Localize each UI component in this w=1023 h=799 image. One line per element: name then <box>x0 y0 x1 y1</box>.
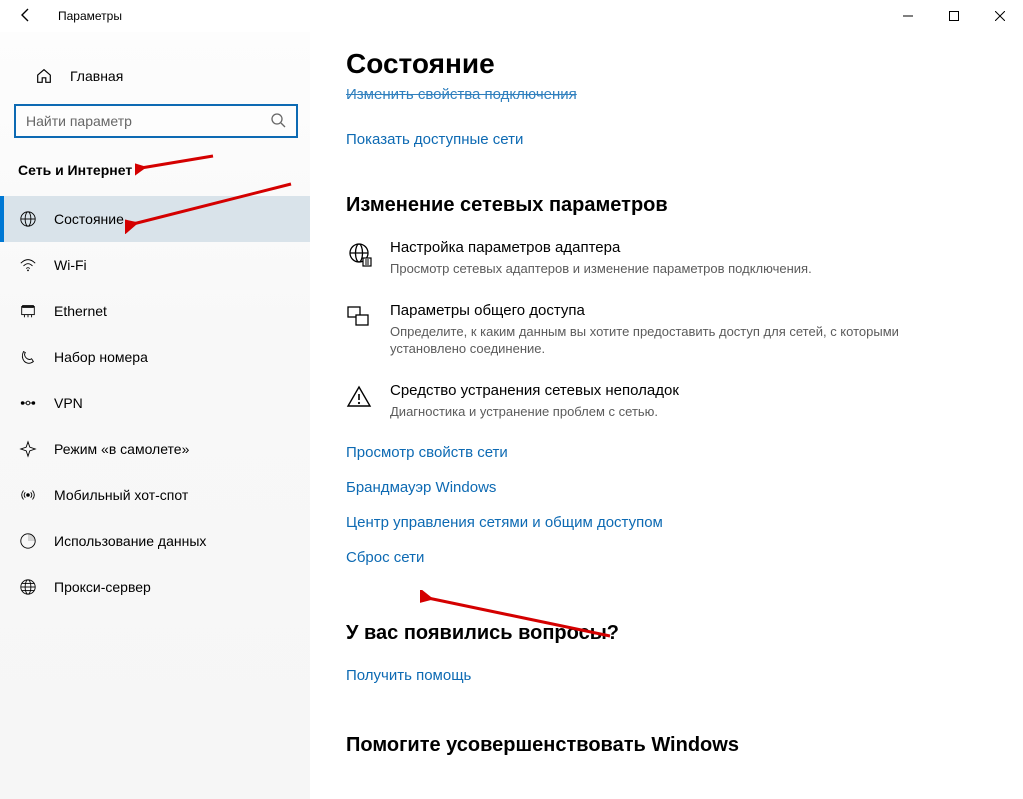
show-available-networks-link[interactable]: Показать доступные сети <box>346 131 523 148</box>
change-connection-properties-link[interactable]: Изменить свойства подключения <box>346 86 577 103</box>
hotspot-icon <box>18 486 38 504</box>
minimize-button[interactable] <box>885 0 931 32</box>
network-links: Просмотр свойств сети Брандмауэр Windows… <box>346 444 993 566</box>
dialup-icon <box>18 348 38 366</box>
sidebar-item-label: Ethernet <box>54 303 107 319</box>
sidebar-item-label: Мобильный хот-спот <box>54 487 188 503</box>
sidebar-home[interactable]: Главная <box>0 56 310 96</box>
troubleshoot-option[interactable]: Средство устранения сетевых неполадок Ди… <box>346 382 906 421</box>
view-network-properties-link[interactable]: Просмотр свойств сети <box>346 444 993 461</box>
option-title: Средство устранения сетевых неполадок <box>390 382 679 399</box>
home-icon <box>34 67 54 85</box>
close-button[interactable] <box>977 0 1023 32</box>
data-usage-icon <box>18 532 38 550</box>
sidebar-item-datausage[interactable]: Использование данных <box>0 518 310 564</box>
search-input[interactable] <box>26 113 270 129</box>
globe-icon <box>18 210 38 228</box>
option-title: Параметры общего доступа <box>390 302 906 319</box>
option-desc: Просмотр сетевых адаптеров и изменение п… <box>390 260 812 278</box>
search-icon <box>270 112 286 131</box>
sidebar-item-label: Wi-Fi <box>54 257 87 273</box>
get-help-link[interactable]: Получить помощь <box>346 667 471 684</box>
sidebar-item-proxy[interactable]: Прокси-сервер <box>0 564 310 610</box>
sidebar: Главная Сеть и Интернет Состояние Wi-Fi <box>0 32 310 799</box>
airplane-icon <box>18 440 38 458</box>
titlebar: Параметры <box>0 0 1023 32</box>
ethernet-icon <box>18 302 38 320</box>
improve-heading: Помогите усовершенствовать Windows <box>346 734 993 757</box>
sidebar-section-label: Сеть и Интернет <box>0 152 310 196</box>
sidebar-item-dialup[interactable]: Набор номера <box>0 334 310 380</box>
sidebar-item-ethernet[interactable]: Ethernet <box>0 288 310 334</box>
sidebar-item-label: Использование данных <box>54 533 206 549</box>
wifi-icon <box>18 256 38 274</box>
sidebar-home-label: Главная <box>70 68 123 84</box>
sharing-settings-option[interactable]: Параметры общего доступа Определите, к к… <box>346 302 906 358</box>
sidebar-item-label: VPN <box>54 395 83 411</box>
sidebar-item-wifi[interactable]: Wi-Fi <box>0 242 310 288</box>
sidebar-item-label: Состояние <box>54 211 124 227</box>
windows-firewall-link[interactable]: Брандмауэр Windows <box>346 479 993 496</box>
adapter-icon <box>346 239 372 278</box>
sidebar-item-label: Набор номера <box>54 349 148 365</box>
back-icon[interactable] <box>18 7 36 25</box>
sidebar-item-airplane[interactable]: Режим «в самолете» <box>0 426 310 472</box>
sidebar-item-label: Прокси-сервер <box>54 579 151 595</box>
sidebar-item-status[interactable]: Состояние <box>0 196 310 242</box>
option-desc: Определите, к каким данным вы хотите пре… <box>390 323 906 358</box>
proxy-icon <box>18 578 38 596</box>
warning-icon <box>346 382 372 421</box>
option-title: Настройка параметров адаптера <box>390 239 812 256</box>
window-controls <box>885 0 1023 32</box>
sharing-icon <box>346 302 372 358</box>
network-reset-link[interactable]: Сброс сети <box>346 549 993 566</box>
adapter-settings-option[interactable]: Настройка параметров адаптера Просмотр с… <box>346 239 906 278</box>
content-area: Состояние Изменить свойства подключения … <box>310 32 1023 799</box>
sidebar-item-vpn[interactable]: VPN <box>0 380 310 426</box>
window-title: Параметры <box>58 9 122 23</box>
sidebar-item-hotspot[interactable]: Мобильный хот-спот <box>0 472 310 518</box>
option-desc: Диагностика и устранение проблем с сетью… <box>390 403 679 421</box>
search-box[interactable] <box>14 104 298 138</box>
page-title: Состояние <box>346 48 993 80</box>
change-settings-heading: Изменение сетевых параметров <box>346 194 993 217</box>
maximize-button[interactable] <box>931 0 977 32</box>
vpn-icon <box>18 396 38 410</box>
questions-heading: У вас появились вопросы? <box>346 622 993 645</box>
sidebar-item-label: Режим «в самолете» <box>54 441 189 457</box>
network-sharing-center-link[interactable]: Центр управления сетями и общим доступом <box>346 514 993 531</box>
